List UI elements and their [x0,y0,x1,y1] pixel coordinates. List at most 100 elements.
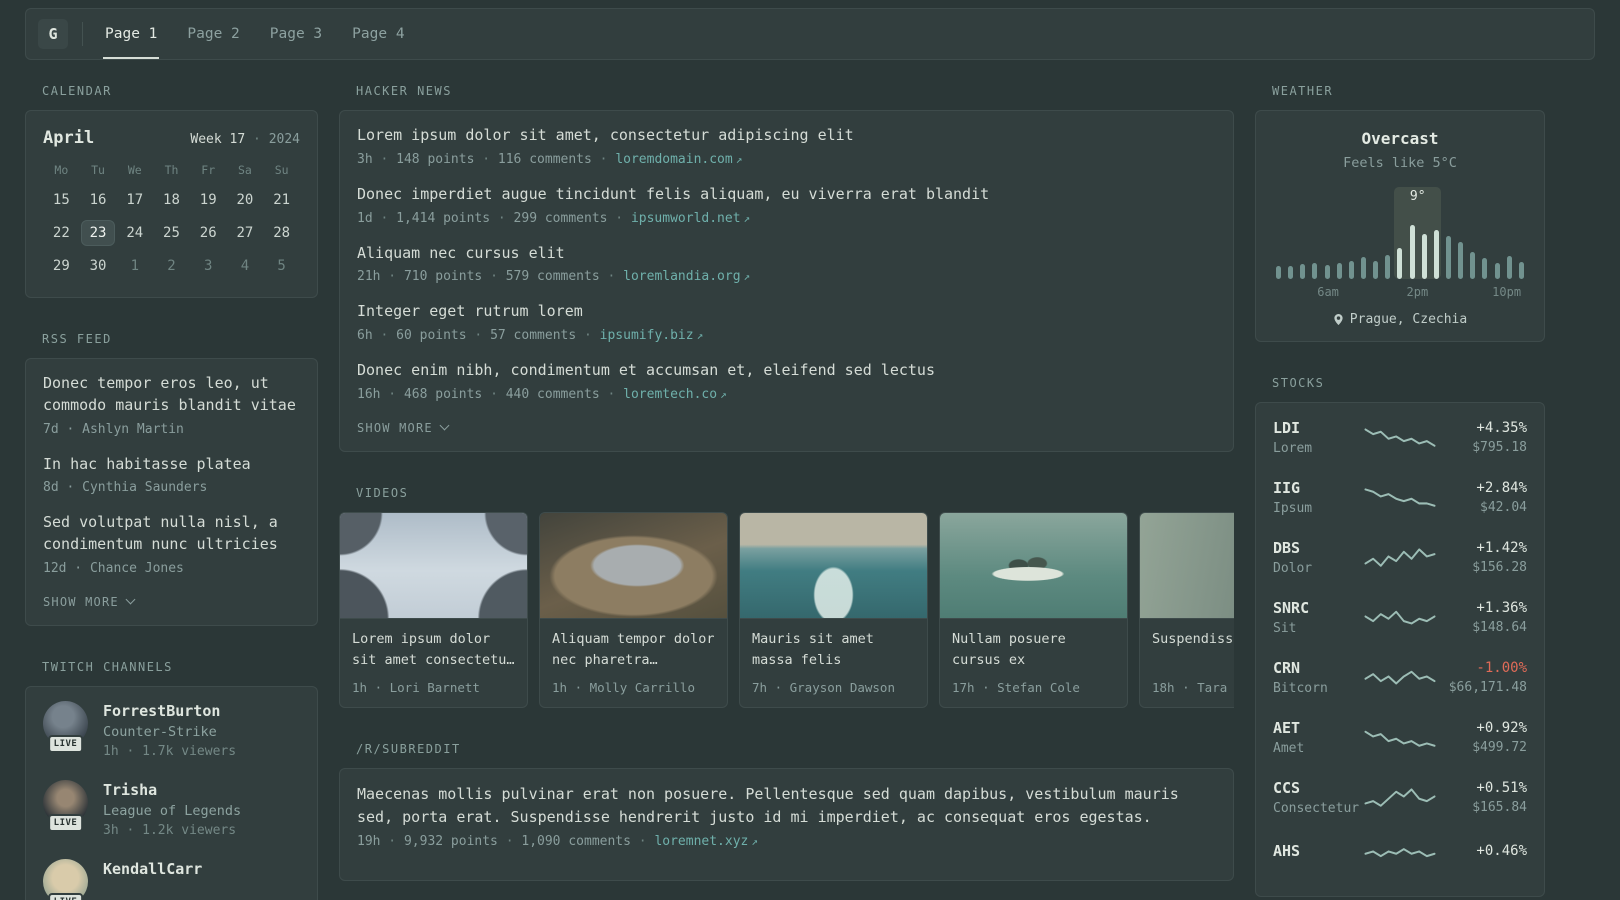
video-card[interactable]: Aliquam tempor dolor nec pharetra… 1h · M… [539,511,728,708]
item-domain-link[interactable]: loremdomain.com [615,152,732,167]
stock-row: SNRC Sit +1.36% $148.64 [1273,599,1527,636]
rss-item-title[interactable]: Donec tempor eros leo, ut commodo mauris… [43,373,300,417]
video-card[interactable]: Mauris sit amet massa felis 7h · Grayson … [739,511,928,708]
videos-row: Lorem ipsum dolor sit amet consectetu… 1h… [339,511,1234,708]
twitch-avatar: LIVE [43,858,88,900]
app-logo[interactable]: G [38,19,68,49]
stock-price: $148.64 [1472,620,1527,635]
rss-show-more-button[interactable]: SHOW MORE [43,593,136,611]
item-comments-link[interactable]: 579 comments [506,269,600,284]
video-meta: 1h · Molly Carrillo [552,679,695,695]
hackernews-item-title[interactable]: Lorem ipsum dolor sit amet, consectetur … [357,125,1216,147]
nav-divider [82,22,83,46]
middle-column: HACKER NEWS Lorem ipsum dolor sit amet, … [339,84,1234,900]
meta-separator: · [380,269,404,285]
weather-bar [1312,262,1318,279]
weather-bar [1373,260,1379,279]
twitch-channel-name[interactable]: KendallCarr [103,860,202,878]
calendar-grid: Mo Tu We Th Fr Sa Su 15 16 17 18 19 20 21 22 23 24 25 26 27… [43,163,300,283]
weather-bar [1324,265,1330,279]
calendar-separator: · [253,132,261,147]
video-card[interactable]: Nullam posuere cursus ex 17h · Stefan Col… [939,511,1128,708]
item-domain-link[interactable]: loremlandia.org [623,269,740,284]
rss-item: Sed volutpat nulla nisl, a condimentum n… [43,512,300,576]
calendar-day-header: We [127,163,142,177]
nav-tab-page-2[interactable]: Page 2 [185,9,241,59]
weather-bar [1409,224,1415,279]
stock-symbol: AHS [1273,842,1301,860]
rss-item-title[interactable]: Sed volutpat nulla nisl, a condimentum n… [43,512,300,556]
hackernews-item: Aliquam nec cursus elit 21h · 710 points … [357,243,1216,285]
item-age: 1d [357,210,373,226]
reddit-list: Maecenas mollis pulvinar erat non posuer… [357,783,1216,850]
hackernews-card: Lorem ipsum dolor sit amet, consectetur … [339,110,1234,452]
nav-tab-page-1[interactable]: Page 1 [103,9,160,59]
calendar-day: 28 [273,225,291,241]
item-comments-link[interactable]: 440 comments [506,387,600,402]
stock-symbol: LDI [1273,419,1301,437]
calendar-widget-title: CALENDAR [42,84,112,98]
weather-bar [1494,263,1500,279]
stock-change: +4.35% [1476,420,1527,436]
stock-sparkline [1364,787,1436,807]
hackernews-item-title[interactable]: Donec enim nibh, condimentum et accumsan… [357,360,1216,382]
stock-symbol: CCS [1273,779,1301,797]
weather-time-label: 6am [1317,285,1339,299]
calendar-day: 3 [203,258,213,274]
hackernews-item: Lorem ipsum dolor sit amet, consectetur … [357,125,1216,167]
videos-widget-title: VIDEOS [356,485,409,500]
video-title[interactable]: Mauris sit amet massa felis [752,629,915,671]
stock-values: +1.36% $148.64 [1436,600,1527,635]
twitch-channel-game[interactable]: Counter-Strike [103,724,236,740]
twitch-channel[interactable]: LIVE Trisha League of Legends 3h · 1.2k vie… [43,779,300,838]
video-title[interactable]: Aliquam tempor dolor nec pharetra… [552,629,715,671]
meta-separator: · [591,151,616,167]
video-title[interactable]: Nullam posuere cursus ex [952,629,1115,671]
weather-time-label: 10pm [1492,285,1522,299]
hackernews-item-title[interactable]: Integer eget rutrum lorem [357,301,1216,323]
stocks-card: LDI Lorem +4.35% $795.18 IIG Ipsum +2.84% $42.0… [1255,402,1545,897]
stock-row: LDI Lorem +4.35% $795.18 [1273,419,1527,456]
hackernews-show-more-button[interactable]: SHOW MORE [357,419,450,437]
video-card[interactable]: Lorem ipsum dolor sit amet consectetu… 1h… [339,511,528,708]
twitch-channel-game[interactable]: League of Legends [103,803,241,819]
stocks-widget: STOCKS LDI Lorem +4.35% $795.18 IIG Ipsum +2.8… [1255,376,1545,897]
meta-separator: · [490,210,514,226]
stock-info: IIG Ipsum [1273,479,1364,516]
hackernews-item-title[interactable]: Donec imperdiet augue tincidunt felis al… [357,184,1216,206]
weather-bar [1470,251,1476,279]
stock-info: SNRC Sit [1273,599,1364,636]
twitch-channel-info: ForrestBurton Counter-Strike 1h · 1.7k vie… [103,701,236,759]
video-thumbnail-fog-figure [1140,512,1234,619]
twitch-channel[interactable]: LIVE ForrestBurton Counter-Strike 1h · 1.7k… [43,700,300,759]
nav-tab-page-3[interactable]: Page 3 [268,9,324,59]
twitch-channel[interactable]: LIVE KendallCarr [43,858,300,900]
item-comments-link[interactable]: 299 comments [514,211,608,226]
stocks-list: LDI Lorem +4.35% $795.18 IIG Ipsum +2.84% $42.0… [1273,419,1527,867]
stock-name: Bitcorn [1273,681,1328,696]
stock-change: +1.42% [1476,540,1527,556]
item-domain-link[interactable]: loremtech.co [623,387,717,402]
item-comments-link[interactable]: 116 comments [498,152,592,167]
item-comments-link[interactable]: 57 comments [490,328,576,343]
item-domain-link[interactable]: loremnet.xyz [654,834,748,849]
rss-item-title[interactable]: In hac habitasse platea [43,454,300,476]
twitch-channel-name[interactable]: Trisha [103,781,241,799]
nav-tab-page-4[interactable]: Page 4 [350,9,406,59]
item-comments-link[interactable]: 1,090 comments [521,834,631,849]
item-domain-link[interactable]: ipsumify.biz [600,328,694,343]
stock-name: Ipsum [1273,501,1313,516]
item-domain-link[interactable]: ipsumworld.net [631,211,741,226]
video-title[interactable]: Lorem ipsum dolor sit amet consectetu… [352,629,515,671]
stock-price: $795.18 [1472,440,1527,455]
calendar-day: 29 [52,258,70,274]
weather-bar [1397,247,1403,279]
video-title[interactable]: Suspendisse diam [1152,629,1234,671]
video-meta: 17h · Stefan Cole [952,679,1080,695]
hackernews-item-title[interactable]: Aliquam nec cursus elit [357,243,1216,265]
stock-name: Sit [1273,621,1297,636]
video-card[interactable]: Suspendisse diam 18h · Tara [1139,511,1234,708]
twitch-channel-name[interactable]: ForrestBurton [103,702,236,720]
reddit-item-title[interactable]: Maecenas mollis pulvinar erat non posuer… [357,783,1216,830]
calendar-day-header: Mo [54,163,69,177]
